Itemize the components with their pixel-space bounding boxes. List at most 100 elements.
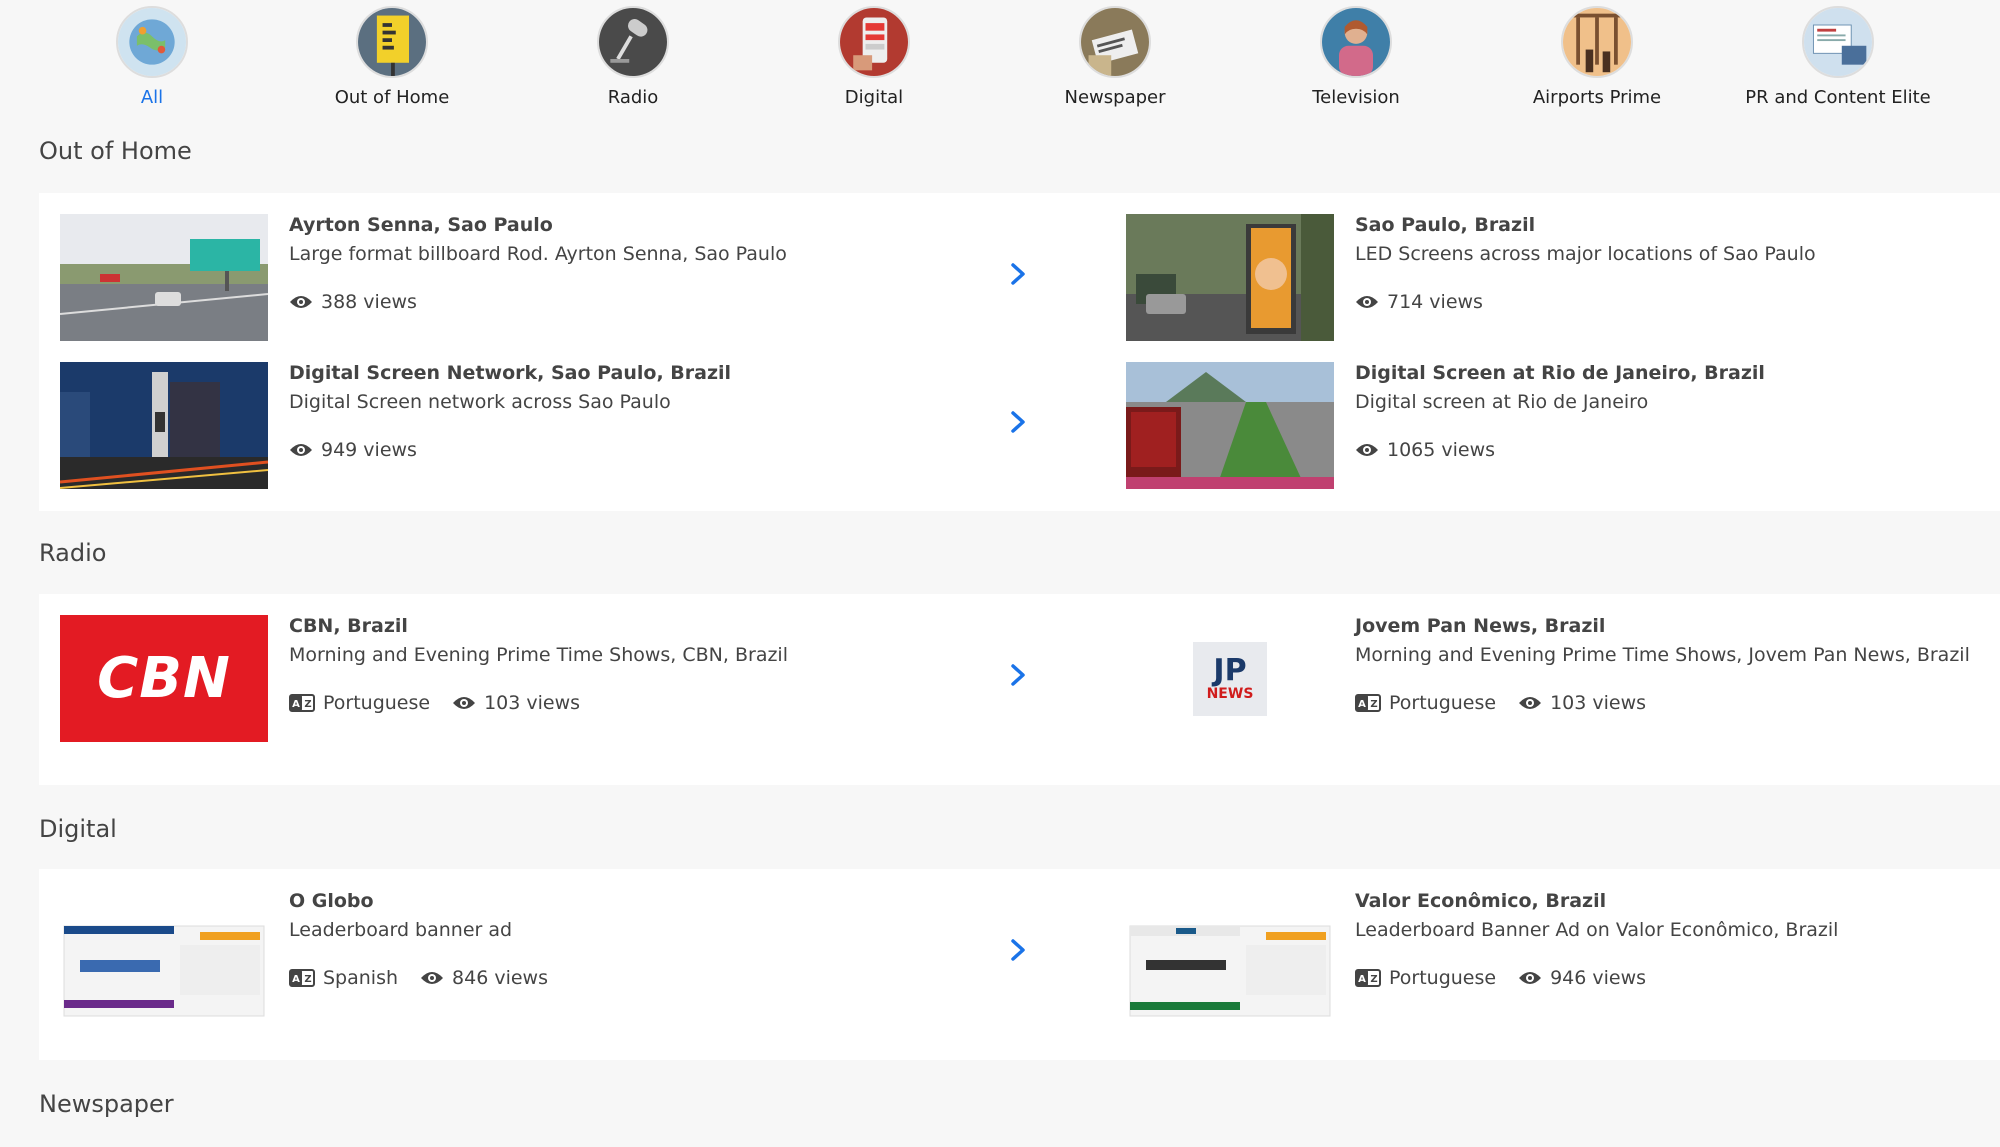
- category-newspaper[interactable]: Newspaper: [995, 6, 1235, 108]
- globe-icon: [116, 6, 188, 78]
- listing-card[interactable]: Ayrton Senna, Sao Paulo Large format bil…: [39, 193, 1039, 343]
- views-count: 946 views: [1518, 967, 1646, 989]
- o-globo-thumbnail: [60, 890, 268, 1017]
- chevron-right-icon[interactable]: [1005, 259, 1031, 289]
- microphone-icon: [597, 6, 669, 78]
- svg-text:A: A: [292, 974, 300, 985]
- card-meta: AZ Portuguese 946 views: [1355, 967, 1668, 989]
- eye-icon: [453, 697, 476, 709]
- chevron-right-icon[interactable]: [1005, 935, 1031, 965]
- category-digital[interactable]: Digital: [754, 6, 994, 108]
- digital-screen-thumbnail: [60, 362, 268, 489]
- eye-icon: [290, 296, 312, 308]
- cbn-logo-thumbnail: CBN: [60, 615, 268, 742]
- card-meta: 949 views: [289, 439, 439, 461]
- views-count: 388 views: [289, 291, 417, 313]
- category-all[interactable]: All: [32, 6, 272, 108]
- category-label: Airports Prime: [1532, 87, 1662, 108]
- translate-icon: AZ: [1355, 694, 1381, 712]
- category-label: Radio: [607, 87, 659, 108]
- card-title[interactable]: Valor Econômico, Brazil: [1355, 890, 1606, 912]
- svg-text:Z: Z: [304, 974, 311, 985]
- chevron-right-icon[interactable]: [1005, 660, 1031, 690]
- card-title[interactable]: Ayrton Senna, Sao Paulo: [289, 214, 553, 236]
- category-airports-prime[interactable]: Airports Prime: [1477, 6, 1717, 108]
- card-meta: AZ Portuguese 103 views: [289, 692, 602, 714]
- views-count: 949 views: [289, 439, 417, 461]
- category-label: All: [140, 87, 164, 108]
- smartphone-icon: [838, 6, 910, 78]
- category-television[interactable]: Television: [1236, 6, 1476, 108]
- card-description: Large format billboard Rod. Ayrton Senna…: [289, 243, 787, 265]
- category-radio[interactable]: Radio: [513, 6, 753, 108]
- translate-icon: AZ: [1355, 969, 1381, 987]
- card-title[interactable]: Sao Paulo, Brazil: [1355, 214, 1535, 236]
- svg-text:Z: Z: [304, 699, 311, 710]
- card-meta: AZ Spanish 846 views: [289, 967, 570, 989]
- category-label: PR and Content Elite: [1745, 87, 1931, 108]
- views-count: 103 views: [1518, 692, 1646, 714]
- radio-panel: CBN CBN, Brazil Morning and Evening Prim…: [39, 594, 2000, 785]
- card-description: Leaderboard banner ad: [289, 919, 513, 941]
- listing-card[interactable]: Digital Screen Network, Sao Paulo, Brazi…: [39, 341, 1039, 491]
- card-description: Digital Screen network across Sao Paulo: [289, 391, 671, 413]
- category-pr-content-elite[interactable]: PR and Content Elite: [1718, 6, 1958, 108]
- billboard-thumbnail: [60, 214, 268, 341]
- airport-icon: [1561, 6, 1633, 78]
- card-description: Morning and Evening Prime Time Shows, Jo…: [1355, 644, 1970, 666]
- card-description: LED Screens across major locations of Sa…: [1355, 243, 1816, 265]
- card-title[interactable]: Digital Screen Network, Sao Paulo, Brazi…: [289, 362, 731, 384]
- eye-icon: [290, 444, 312, 456]
- eye-icon: [421, 972, 444, 984]
- section-title-newspaper: Newspaper: [39, 1090, 174, 1118]
- card-meta: 388 views: [289, 291, 439, 313]
- chevron-right-icon[interactable]: [1005, 407, 1031, 437]
- listing-card[interactable]: Digital Screen at Rio de Janeiro, Brazil…: [1105, 341, 2000, 491]
- eye-icon: [1356, 444, 1378, 456]
- card-description: Leaderboard Banner Ad on Valor Econômico…: [1355, 919, 1839, 941]
- listing-card[interactable]: JP NEWS Jovem Pan News, Brazil Morning a…: [1105, 594, 2000, 764]
- svg-text:A: A: [1358, 974, 1366, 985]
- led-screen-thumbnail: [1126, 214, 1334, 341]
- section-title-out-of-home: Out of Home: [39, 137, 192, 165]
- card-title[interactable]: Digital Screen at Rio de Janeiro, Brazil: [1355, 362, 1765, 384]
- svg-text:Z: Z: [1370, 699, 1377, 710]
- listing-card[interactable]: Sao Paulo, Brazil LED Screens across maj…: [1105, 193, 2000, 343]
- category-out-of-home[interactable]: Out of Home: [272, 6, 512, 108]
- card-title[interactable]: CBN, Brazil: [289, 615, 408, 637]
- language: AZ Portuguese: [289, 692, 430, 714]
- translate-icon: AZ: [289, 694, 315, 712]
- translate-icon: AZ: [289, 969, 315, 987]
- television-icon: [1320, 6, 1392, 78]
- language: AZ Portuguese: [1355, 967, 1496, 989]
- listing-card[interactable]: Valor Econômico, Brazil Leaderboard Bann…: [1105, 869, 2000, 1039]
- card-title[interactable]: O Globo: [289, 890, 374, 912]
- category-label: Out of Home: [334, 87, 450, 108]
- listing-card[interactable]: O Globo Leaderboard banner ad AZ Spanish…: [39, 869, 1039, 1039]
- card-description: Digital screen at Rio de Janeiro: [1355, 391, 1649, 413]
- language: AZ Spanish: [289, 967, 398, 989]
- card-meta: AZ Portuguese 103 views: [1355, 692, 1668, 714]
- billboard-icon: [356, 6, 428, 78]
- card-title[interactable]: Jovem Pan News, Brazil: [1355, 615, 1605, 637]
- cbn-logo: CBN: [97, 646, 231, 711]
- jp-news-logo: JP NEWS: [1193, 641, 1267, 716]
- views-count: 103 views: [452, 692, 580, 714]
- eye-icon: [1356, 296, 1378, 308]
- category-label: Television: [1312, 87, 1400, 108]
- newspaper-icon: [1079, 6, 1151, 78]
- views-count: 1065 views: [1355, 439, 1495, 461]
- svg-text:A: A: [1358, 699, 1366, 710]
- card-meta: 714 views: [1355, 291, 1505, 313]
- views-count: 846 views: [420, 967, 548, 989]
- card-meta: 1065 views: [1355, 439, 1517, 461]
- card-description: Morning and Evening Prime Time Shows, CB…: [289, 644, 788, 666]
- section-title-radio: Radio: [39, 539, 107, 567]
- svg-text:A: A: [292, 699, 300, 710]
- jovem-pan-logo-thumbnail: JP NEWS: [1126, 615, 1334, 742]
- category-nav: All Out of Home Radio Digital Newspaper …: [0, 0, 2000, 110]
- category-label: Digital: [844, 87, 904, 108]
- listing-card[interactable]: CBN CBN, Brazil Morning and Evening Prim…: [39, 594, 1039, 764]
- section-title-digital: Digital: [39, 815, 117, 843]
- pr-content-icon: [1802, 6, 1874, 78]
